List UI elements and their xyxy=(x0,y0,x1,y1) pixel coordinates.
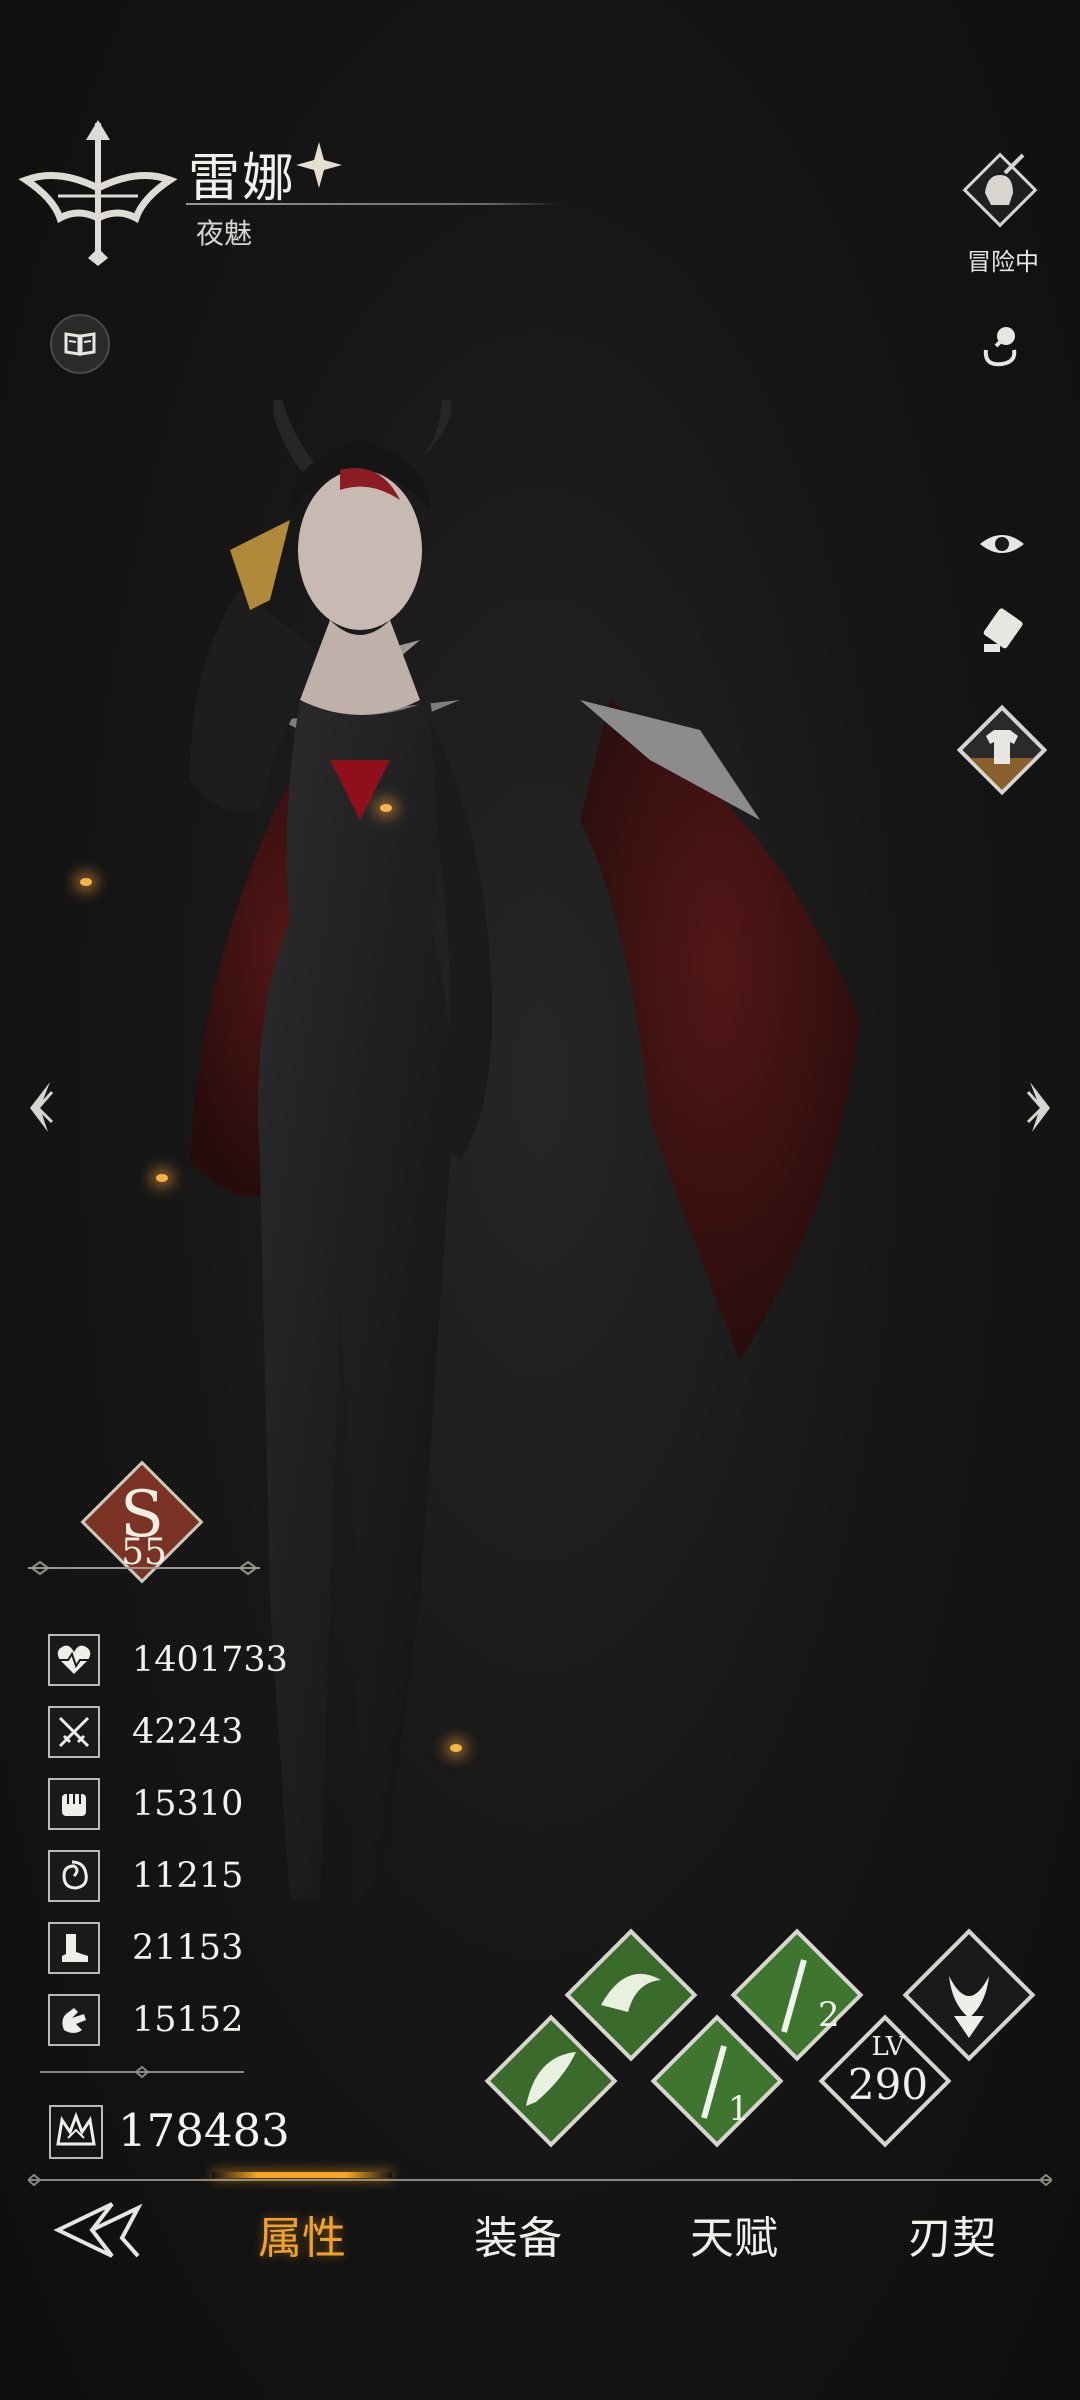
active-tab-indicator xyxy=(212,2172,392,2178)
level-label: LV xyxy=(871,2032,905,2062)
next-character-arrow[interactable] xyxy=(1018,1078,1058,1136)
stat-hp-value: 1401733 xyxy=(132,1640,288,1680)
character-subtitle: 夜魅 xyxy=(196,217,253,250)
vortex-icon xyxy=(48,1850,100,1902)
four-point-star-icon xyxy=(296,142,342,188)
character-name: 雷娜 xyxy=(188,149,297,209)
eye-icon[interactable] xyxy=(976,524,1028,564)
tab-talent[interactable]: 天赋 xyxy=(664,2202,804,2266)
stat-row-skill: 15152 xyxy=(48,1990,243,2050)
ember-particle xyxy=(450,1744,462,1752)
nav-divider xyxy=(28,2174,1052,2186)
previous-character-arrow[interactable] xyxy=(22,1078,62,1136)
stat-magic-value: 11215 xyxy=(132,1856,244,1896)
crossed-swords-icon xyxy=(48,1706,100,1758)
skill-1-label: 1 xyxy=(728,2089,750,2129)
rank-divider xyxy=(28,1560,260,1576)
crown-emblem-icon xyxy=(49,2105,103,2159)
adventure-status-button[interactable] xyxy=(955,145,1045,235)
name-underline xyxy=(186,203,562,205)
skill-1-button[interactable]: 1 xyxy=(642,2006,792,2156)
open-book-icon xyxy=(64,332,96,356)
codex-button[interactable] xyxy=(50,314,110,374)
ember-particle xyxy=(380,804,392,812)
tag-icon[interactable] xyxy=(974,602,1030,658)
heart-icon xyxy=(48,1634,100,1686)
stat-row-defense: 15310 xyxy=(48,1774,243,1834)
stat-row-speed: 21153 xyxy=(48,1918,243,1978)
pacifier-button[interactable] xyxy=(972,316,1030,374)
stat-row-attack: 42243 xyxy=(48,1702,243,1762)
level-value: 290 xyxy=(847,2060,929,2109)
combat-power-value: 178483 xyxy=(118,2104,290,2157)
adventure-status-label: 冒险中 xyxy=(967,248,1039,276)
stat-attack-value: 42243 xyxy=(132,1712,244,1752)
tab-bond[interactable]: 刃契 xyxy=(882,2202,1022,2266)
fist-icon xyxy=(48,1778,100,1830)
stat-skill-value: 15152 xyxy=(132,2000,244,2040)
hand-icon xyxy=(48,1994,100,2046)
back-button[interactable] xyxy=(52,2198,144,2262)
ember-particle xyxy=(80,878,92,886)
stat-row-hp: 1401733 xyxy=(48,1630,288,1690)
stat-row-magic: 11215 xyxy=(48,1846,243,1906)
character-figure xyxy=(190,400,860,1900)
archer-class-icon xyxy=(18,120,178,266)
tab-attributes[interactable]: 属性 xyxy=(232,2202,372,2266)
ember-particle xyxy=(156,1174,168,1182)
outfit-button[interactable] xyxy=(950,698,1054,802)
boot-icon xyxy=(48,1922,100,1974)
tab-equipment[interactable]: 装备 xyxy=(448,2202,588,2266)
stats-divider xyxy=(40,2066,244,2078)
stat-defense-value: 15310 xyxy=(132,1784,244,1824)
stat-speed-value: 21153 xyxy=(132,1928,244,1968)
skill-feather-button[interactable] xyxy=(476,2006,626,2156)
